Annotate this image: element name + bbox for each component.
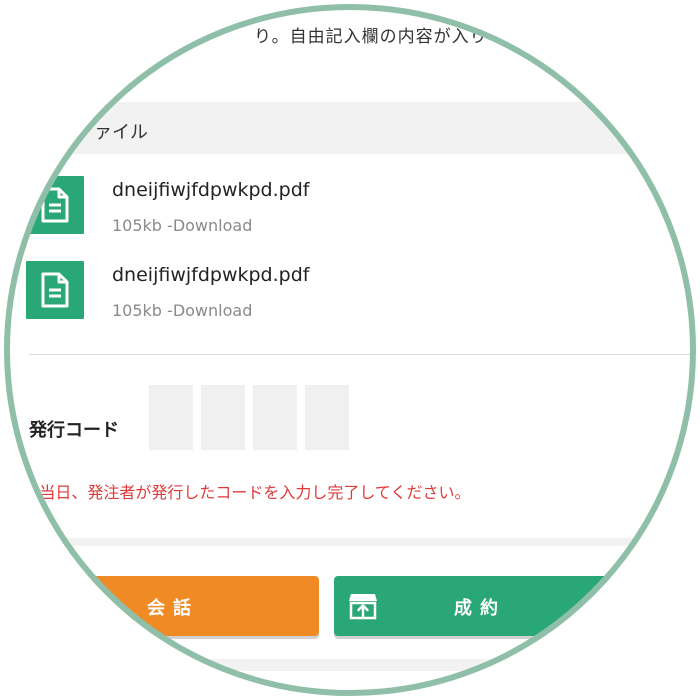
attachments-header-label: ァイル xyxy=(94,122,148,143)
document-icon xyxy=(26,261,84,319)
deal-button-label: 成約 xyxy=(454,598,506,619)
issue-code-digit-3[interactable] xyxy=(253,385,297,450)
issue-code-digit-2[interactable] xyxy=(201,385,245,450)
talk-button-label: 会話 xyxy=(147,598,199,619)
deal-button[interactable]: 成約 xyxy=(334,576,664,636)
issue-code-digit-4[interactable] xyxy=(305,385,349,450)
section-separator xyxy=(4,538,696,546)
attachment-item[interactable]: dneijfiwjfdpwkpd.pdf 105kb -Download xyxy=(26,174,526,240)
attachment-item[interactable]: dneijfiwjfdpwkpd.pdf 105kb -Download xyxy=(26,259,526,325)
magnified-view: り。自由記入欄の内容が入り ァイル dneijfiwjfdpwkpd.pdf 1… xyxy=(0,0,700,700)
attachment-filename[interactable]: dneijfiwjfdpwkpd.pdf xyxy=(112,179,309,201)
issue-code-warning: ※当日、発注者が発行したコードを入力し完了してください。 xyxy=(26,483,471,502)
document-icon xyxy=(26,176,84,234)
bottom-separator xyxy=(4,659,696,671)
free-text-note: り。自由記入欄の内容が入り xyxy=(254,27,488,47)
issue-code-label: 発行コード xyxy=(29,420,119,441)
section-divider xyxy=(29,354,696,355)
attachment-filename[interactable]: dneijfiwjfdpwkpd.pdf xyxy=(112,264,309,286)
lens-content: り。自由記入欄の内容が入り ァイル dneijfiwjfdpwkpd.pdf 1… xyxy=(4,4,696,696)
attachment-download-link[interactable]: 105kb -Download xyxy=(112,301,252,320)
attachment-download-link[interactable]: 105kb -Download xyxy=(112,216,252,235)
issue-code-digit-1[interactable] xyxy=(149,385,193,450)
upload-box-icon xyxy=(348,592,378,625)
talk-button[interactable]: 会話 xyxy=(64,576,319,636)
